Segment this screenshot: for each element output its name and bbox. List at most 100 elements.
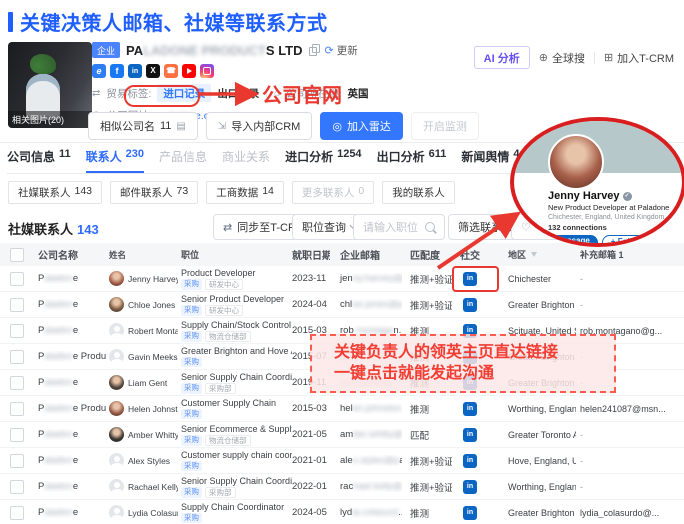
table-row[interactable]: PaladoneAlex StylesCustomer supply chain… — [0, 448, 684, 474]
column-header: 职位 — [178, 248, 292, 261]
company-name: PALADONE PRODUCTS LTD — [126, 43, 302, 58]
name-cell: Alex Styles — [106, 453, 178, 468]
table-row[interactable]: PaladoneJenny HarveyProduct Developer采购研… — [0, 266, 684, 292]
avatar — [109, 453, 124, 468]
region-cell: Worthing, England,... — [488, 482, 576, 492]
subtab-工商数据[interactable]: 工商数据14 — [206, 181, 284, 204]
checkbox-cell — [0, 454, 34, 468]
contact-name[interactable]: Alex Styles — [128, 456, 170, 466]
export-records-tag[interactable]: 出口记录 — [217, 86, 259, 101]
linkedin-icon[interactable]: in — [463, 480, 477, 494]
social-cell: in — [452, 506, 488, 520]
related-images-caption[interactable]: 相关图片(20) — [8, 111, 92, 128]
instagram-icon[interactable] — [200, 64, 214, 78]
global-search-button[interactable]: ⊕全球搜 — [539, 50, 585, 66]
table-row[interactable]: PaladoneRachael KellySenior Supply Chain… — [0, 474, 684, 500]
import-crm-button[interactable]: ⇲导入内部CRM — [206, 112, 312, 140]
tab-进口分析[interactable]: 进口分析1254 — [285, 148, 362, 173]
refresh-button[interactable]: ⟳更新 — [325, 43, 358, 58]
contact-name[interactable]: Chloe Jones — [128, 300, 175, 310]
linkedin-highlight-box — [452, 266, 499, 292]
tab-出口分析[interactable]: 出口分析611 — [377, 148, 447, 173]
subtab-更多联系人[interactable]: 更多联系人0 — [292, 181, 374, 204]
linkedin-icon[interactable]: in — [463, 402, 477, 416]
tab-label: 进口分析 — [285, 148, 333, 165]
row-checkbox[interactable] — [10, 402, 24, 416]
profile-name: Jenny Harvey✓ — [548, 190, 680, 202]
facebook-icon[interactable]: f — [110, 64, 124, 78]
tab-联系人[interactable]: 联系人230 — [86, 148, 144, 173]
table-row[interactable]: PaladoneAmber WhittySenior Ecommerce & S… — [0, 422, 684, 448]
column-header-label: 匹配度 — [410, 251, 440, 262]
linkedin-icon[interactable]: in — [463, 506, 477, 520]
linkedin-icon[interactable]: in — [463, 428, 477, 442]
contact-name[interactable]: Lydia Colasurdo — [128, 508, 178, 518]
tab-count: 230 — [126, 148, 144, 160]
position-cell: Product Developer采购研发中心 — [178, 268, 292, 290]
position-badges: 采购 — [181, 409, 292, 419]
checkbox-cell — [0, 298, 34, 312]
department-badge: 采购 — [181, 331, 202, 342]
position-title: Greater Brighton and Hove Area — [181, 346, 292, 356]
email-cell: amber.whitty@o... — [330, 429, 402, 440]
subtab-count: 14 — [262, 185, 274, 200]
join-radar-button[interactable]: ◎加入雷达 — [320, 112, 403, 140]
table-row[interactable]: Paladone Produc...Helen JohnstoneCustome… — [0, 396, 684, 422]
contact-name[interactable]: Liam Gent — [128, 378, 167, 388]
row-checkbox[interactable] — [10, 454, 24, 468]
contact-name[interactable]: Amber Whitty — [128, 430, 178, 440]
row-checkbox[interactable] — [10, 428, 24, 442]
tab-label: 商业关系 — [222, 148, 270, 165]
email-cell: alex.styles@pa... — [330, 455, 402, 466]
ai-analysis-button[interactable]: AI 分析 — [474, 46, 530, 69]
row-checkbox[interactable] — [10, 480, 24, 494]
row-checkbox[interactable] — [10, 324, 24, 338]
contact-name[interactable]: Rachael Kelly — [128, 482, 178, 492]
column-header-label: 职位 — [181, 248, 199, 261]
profile-connections[interactable]: 132 connections — [548, 223, 680, 232]
tab-公司信息[interactable]: 公司信息11 — [7, 148, 71, 173]
linkedin-icon[interactable]: in — [128, 64, 142, 78]
company-photo[interactable]: 相关图片(20) — [8, 42, 92, 128]
region-cell: Greater Brighton a... — [488, 300, 576, 310]
subtab-社媒联系人[interactable]: 社媒联系人143 — [8, 181, 102, 204]
search-icon[interactable] — [425, 222, 435, 232]
website-icon[interactable]: e — [92, 64, 106, 78]
contact-name[interactable]: Gavin Meeks — [128, 352, 178, 362]
phone-icon[interactable]: ☎ — [164, 64, 178, 78]
subtab-我的联系人[interactable]: 我的联系人 — [382, 181, 455, 204]
department-badge: 采购 — [181, 435, 202, 446]
x-icon[interactable]: X — [146, 64, 160, 78]
row-checkbox[interactable] — [10, 376, 24, 390]
filter-funnel-icon[interactable] — [531, 252, 537, 257]
crm-contacts-page: 关键决策人邮箱、社媒等联系方式 相关图片(20) 企业 PALADONE PRO… — [0, 0, 684, 524]
monitor-button[interactable]: 开启监测 — [411, 112, 479, 140]
youtube-icon[interactable] — [182, 64, 196, 78]
contact-name[interactable]: Jenny Harvey — [128, 274, 178, 284]
column-header: 补充邮箱 1 — [576, 248, 684, 261]
linkedin-icon[interactable]: in — [463, 298, 477, 312]
row-checkbox[interactable] — [10, 350, 24, 364]
row-checkbox[interactable] — [10, 272, 24, 286]
name-cell: Jenny Harvey — [106, 271, 178, 286]
position-title: Supply Chain Coordinator — [181, 502, 292, 512]
similar-companies-button[interactable]: 相似公司名11▤ — [88, 112, 198, 140]
contact-info-link[interactable]: Contact info — [671, 214, 684, 221]
contact-name[interactable]: Helen Johnstone — [128, 404, 178, 414]
row-checkbox[interactable] — [10, 298, 24, 312]
job-search-input[interactable]: 请输入职位 — [353, 214, 445, 240]
subtab-邮件联系人[interactable]: 邮件联系人73 — [110, 181, 198, 204]
join-tcrm-button[interactable]: ⊞加入T-CRM — [604, 50, 674, 66]
select-all-checkbox[interactable] — [10, 248, 24, 262]
contact-name[interactable]: Robert Monta... — [128, 326, 178, 336]
region-cell: Greater Toronto Area — [488, 430, 576, 440]
table-row[interactable]: PaladoneLydia ColasurdoSupply Chain Coor… — [0, 500, 684, 524]
row-checkbox[interactable] — [10, 506, 24, 520]
linkedin-icon[interactable]: in — [463, 454, 477, 468]
tab-产品信息[interactable]: 产品信息 — [159, 148, 207, 173]
subtab-count: 73 — [177, 185, 189, 200]
table-row[interactable]: PaladoneChloe JonesSenior Product Develo… — [0, 292, 684, 318]
copy-icon[interactable] — [309, 44, 319, 56]
extra-email-cell: lydia_colasurdo@... — [576, 508, 684, 518]
tab-商业关系[interactable]: 商业关系 — [222, 148, 270, 173]
